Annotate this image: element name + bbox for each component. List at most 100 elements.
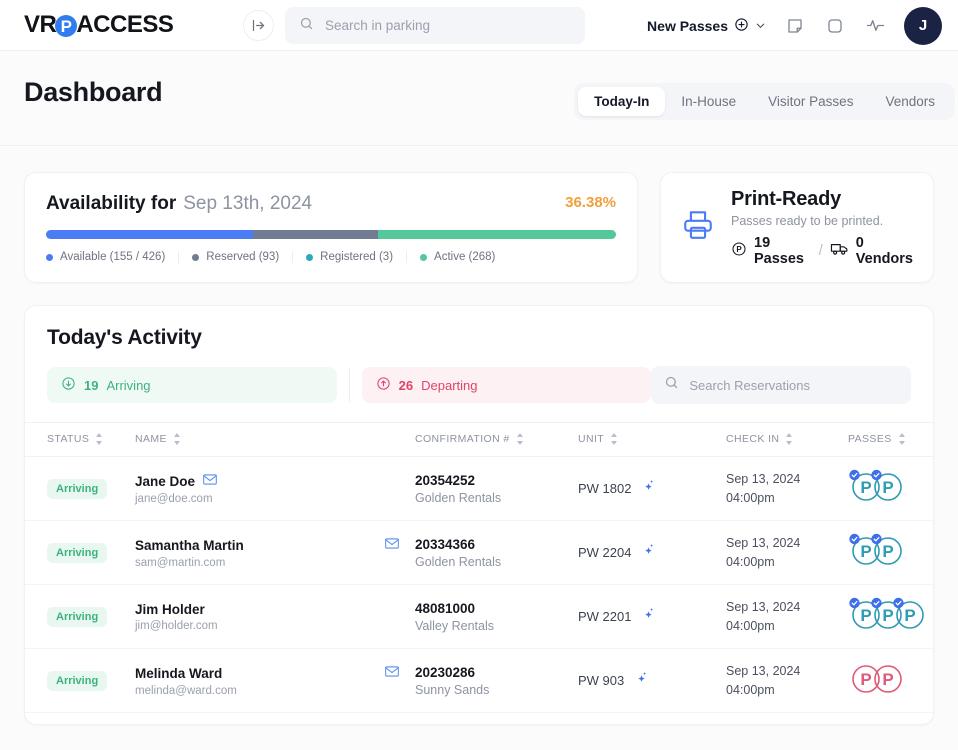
sort-icon[interactable] bbox=[173, 433, 181, 445]
availability-percent: 36.38% bbox=[565, 194, 616, 211]
print-ready-vendors-label: 0 Vendors bbox=[855, 235, 913, 267]
svg-text:P: P bbox=[904, 606, 915, 625]
cell-check-in: Sep 13, 202404:00pm bbox=[726, 520, 848, 585]
cell-unit: PW 2201 bbox=[578, 584, 726, 649]
reservations-search[interactable] bbox=[651, 366, 911, 404]
app-logo[interactable]: VR P ACCESS bbox=[24, 11, 174, 39]
tab-today-in[interactable]: Today-In bbox=[578, 87, 666, 116]
sort-icon[interactable] bbox=[610, 433, 618, 445]
table-row[interactable]: Arriving Jane Doe jane@doe.com 20354252 Gold… bbox=[25, 456, 933, 521]
reservations-search-input[interactable] bbox=[689, 377, 898, 393]
check-in-datetime: Sep 13, 2024 04:00pm bbox=[726, 536, 801, 569]
logo-prefix: VR bbox=[24, 11, 57, 38]
cell-name: Jim Holder jim@holder.com bbox=[135, 584, 415, 649]
confirmation-number: 20354252 bbox=[415, 472, 476, 488]
progress-segment-reserved bbox=[253, 230, 378, 239]
column-header-check-in[interactable]: CHECK IN bbox=[726, 422, 848, 457]
table-row[interactable]: Arriving Melinda Ward melinda@ward.com 2023… bbox=[25, 648, 933, 713]
envelope-icon[interactable] bbox=[385, 536, 399, 554]
cell-unit: PW 1802 bbox=[578, 456, 726, 521]
unit-number: PW 1802 bbox=[578, 481, 632, 496]
arriving-label: Arriving bbox=[106, 377, 151, 393]
legend-label: Registered (3) bbox=[320, 251, 394, 263]
reservations-table: STATUS NAME CONFIRMATION # UNIT CHECK IN… bbox=[25, 422, 933, 724]
table-header-row: STATUS NAME CONFIRMATION # UNIT CHECK IN… bbox=[25, 422, 933, 457]
passes-group[interactable]: PP bbox=[848, 533, 933, 572]
filter-departing[interactable]: 26 Departing bbox=[361, 367, 652, 403]
legend-label: Available (155 / 426) bbox=[60, 251, 166, 263]
check-in-datetime: Sep 13, 2024 04:00pm bbox=[726, 664, 801, 697]
plus-circle-icon[interactable] bbox=[734, 17, 749, 35]
new-passes-button[interactable]: New Passes bbox=[647, 17, 766, 35]
pass-icon[interactable]: P bbox=[870, 533, 904, 572]
print-ready-body: Print-Ready Passes ready to be printed. … bbox=[731, 188, 913, 267]
status-badge: Arriving bbox=[47, 670, 108, 691]
cell-confirmation: 20354252 Golden Rentals bbox=[415, 456, 578, 521]
global-search[interactable] bbox=[285, 7, 585, 44]
passes-group[interactable]: PP bbox=[848, 661, 933, 700]
status-badge: Arriving bbox=[47, 478, 108, 499]
chevron-down-icon[interactable] bbox=[755, 18, 766, 34]
tab-bar: Today-In In-House Visitor Passes Vendors bbox=[574, 83, 955, 120]
legend-label: Active (268) bbox=[434, 251, 496, 263]
availability-progress-bar bbox=[46, 230, 616, 239]
organization-name: Golden Rentals bbox=[415, 490, 502, 505]
page-title: Dashboard bbox=[24, 77, 163, 107]
pass-icon[interactable]: P bbox=[870, 469, 904, 508]
activity-pulse-icon[interactable] bbox=[864, 15, 886, 37]
arriving-count: 19 bbox=[84, 377, 99, 393]
panel-expand-icon[interactable] bbox=[243, 10, 274, 41]
column-header-unit[interactable]: UNIT bbox=[578, 422, 726, 457]
availability-header: Availability for Sep 13th, 2024 bbox=[46, 193, 616, 215]
pass-icon[interactable]: P bbox=[870, 661, 904, 700]
square-icon[interactable] bbox=[824, 15, 846, 37]
passes-group[interactable]: PP bbox=[848, 469, 933, 508]
envelope-icon[interactable] bbox=[203, 472, 217, 490]
cell-unit: PW 408 bbox=[578, 712, 726, 724]
tab-vendors[interactable]: Vendors bbox=[869, 87, 951, 116]
unit-number: PW 2201 bbox=[578, 609, 632, 624]
avatar[interactable]: J bbox=[904, 6, 942, 45]
table-row[interactable]: ArrivingYvette Hanesyvette@hanes.com2065… bbox=[25, 712, 933, 724]
table-body: Arriving Jane Doe jane@doe.com 20354252 Gold… bbox=[25, 456, 933, 724]
filter-divider bbox=[348, 368, 350, 402]
tab-visitor-passes[interactable]: Visitor Passes bbox=[752, 87, 869, 116]
search-input[interactable] bbox=[325, 18, 571, 33]
pass-icon[interactable]: P bbox=[892, 597, 926, 636]
sort-icon[interactable] bbox=[785, 433, 793, 445]
legend-dot-icon bbox=[46, 253, 53, 261]
legend-label: Reserved (93) bbox=[206, 251, 280, 263]
sort-icon[interactable] bbox=[898, 433, 906, 445]
column-header-confirmation[interactable]: CONFIRMATION # bbox=[415, 422, 578, 457]
column-header-status[interactable]: STATUS bbox=[25, 422, 135, 457]
column-header-name[interactable]: NAME bbox=[135, 422, 415, 457]
column-label: CHECK IN bbox=[726, 433, 780, 445]
sparkle-icon[interactable] bbox=[642, 607, 655, 626]
sort-icon[interactable] bbox=[95, 433, 103, 445]
column-header-passes[interactable]: PASSES bbox=[848, 422, 933, 457]
organization-name: Valley Rentals bbox=[415, 618, 494, 633]
column-label: PASSES bbox=[848, 433, 892, 445]
tab-in-house[interactable]: In-House bbox=[665, 87, 752, 116]
passes-group[interactable]: PPP bbox=[848, 597, 933, 636]
cell-check-in: Sep 13, 202404:00pm bbox=[726, 712, 848, 724]
sticky-note-icon[interactable] bbox=[784, 15, 806, 37]
cell-status: Arriving bbox=[25, 456, 135, 521]
print-ready-card[interactable]: Print-Ready Passes ready to be printed. … bbox=[660, 172, 934, 283]
sparkle-icon[interactable] bbox=[642, 479, 655, 498]
envelope-icon[interactable] bbox=[385, 664, 399, 682]
cell-passes: PP bbox=[848, 456, 933, 521]
confirmation-number: 48081000 bbox=[415, 600, 476, 616]
availability-title: Availability for bbox=[46, 193, 177, 214]
filter-arriving[interactable]: 19 Arriving bbox=[47, 367, 337, 403]
table-row[interactable]: Arriving Samantha Martin sam@martin.com 203… bbox=[25, 520, 933, 585]
column-label: CONFIRMATION # bbox=[415, 433, 510, 445]
sparkle-icon[interactable] bbox=[635, 671, 648, 690]
sparkle-icon[interactable] bbox=[642, 543, 655, 562]
confirmation-number: 20230286 bbox=[415, 664, 476, 680]
cell-passes: PPP bbox=[848, 584, 933, 649]
summary-cards: Availability for Sep 13th, 2024 36.38% A… bbox=[0, 146, 958, 283]
sort-icon[interactable] bbox=[516, 433, 524, 445]
table-row[interactable]: Arriving Jim Holder jim@holder.com 48081000… bbox=[25, 584, 933, 649]
check-in-datetime: Sep 13, 2024 04:00pm bbox=[726, 600, 801, 633]
